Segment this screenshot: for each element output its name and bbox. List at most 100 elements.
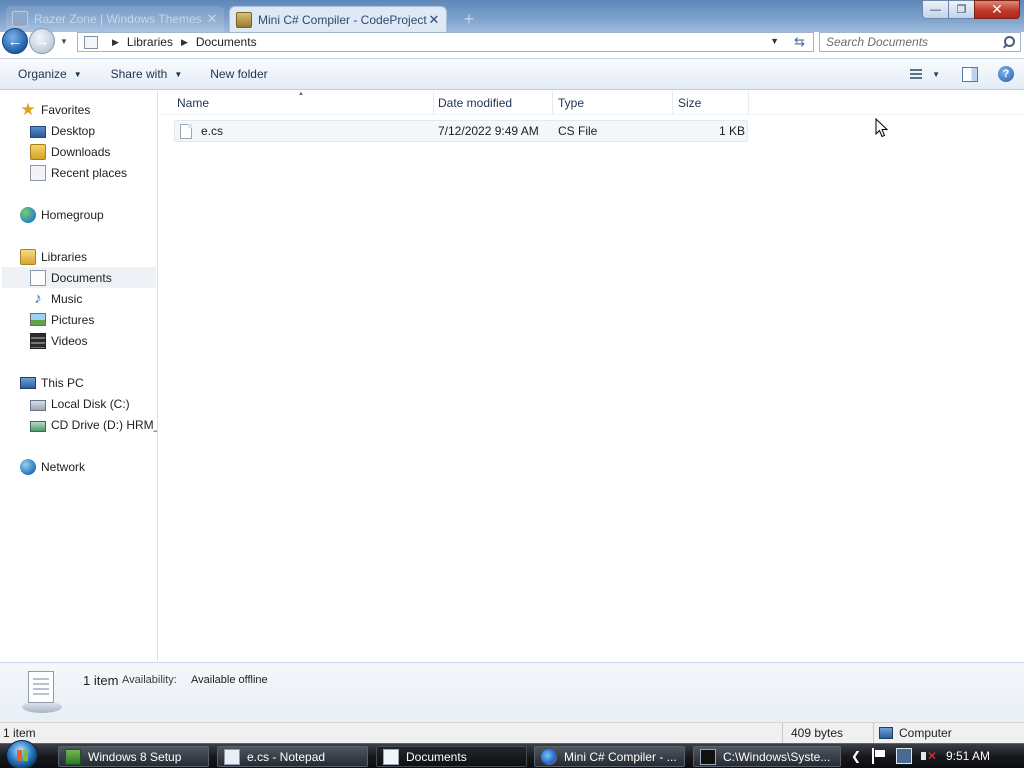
header-divider [159, 114, 1024, 115]
taskbar-button-windows-8-setup[interactable]: Windows 8 Setup [58, 746, 209, 767]
chevron-down-icon: ▼ [174, 69, 183, 79]
sidebar-item-homegroup[interactable]: Homegroup [20, 204, 104, 225]
address-bar[interactable]: ▶ Libraries ▶ Documents ▼ ⇆ [77, 32, 814, 52]
star-icon: ★ [20, 99, 36, 119]
sort-ascending-icon: ▲ [298, 91, 304, 97]
taskbar-button-documents[interactable]: Documents [376, 746, 527, 767]
view-options-chevron-icon[interactable]: ▼ [932, 70, 940, 79]
browser-icon [541, 748, 557, 765]
address-dropdown-icon[interactable]: ▼ [770, 36, 779, 46]
explorer-icon [383, 748, 399, 765]
availability-label: Availability: [122, 674, 177, 686]
action-center-flag-icon[interactable] [872, 748, 888, 764]
sidebar-item-desktop[interactable]: Desktop [30, 120, 95, 141]
tab-label: Razer Zone | Windows Themes [34, 12, 202, 26]
videos-icon [30, 332, 46, 349]
taskbar-button-label: e.cs - Notepad [247, 749, 326, 764]
table-row[interactable]: e.cs 7/12/2022 9:49 AM CS File 1 KB [174, 120, 748, 142]
file-icon [180, 123, 192, 139]
search-icon[interactable] [1000, 34, 1016, 50]
forward-button[interactable]: → [29, 28, 55, 54]
sidebar-item-cd-drive[interactable]: CD Drive (D:) HRM_C [30, 414, 157, 435]
status-bar: 1 item 409 bytes Computer [0, 722, 1024, 743]
sidebar-item-libraries[interactable]: Libraries [20, 246, 87, 267]
sidebar-item-videos[interactable]: Videos [30, 330, 87, 351]
site-favicon-icon [12, 11, 28, 27]
documents-icon [30, 269, 46, 286]
breadcrumb-separator-icon[interactable]: ▶ [112, 37, 119, 48]
sidebar-item-recent-places[interactable]: Recent places [30, 162, 127, 183]
minimize-button[interactable]: — [922, 0, 948, 19]
sidebar-item-this-pc[interactable]: This PC [20, 372, 84, 393]
close-button[interactable]: ✕ [974, 0, 1020, 19]
sidebar-item-label: Local Disk (C:) [51, 396, 130, 411]
recent-places-icon [30, 164, 46, 181]
taskbar-button-notepad[interactable]: e.cs - Notepad [217, 746, 368, 767]
start-button[interactable] [0, 740, 46, 768]
taskbar-button-mini-csharp-compiler[interactable]: Mini C# Compiler - ... [534, 746, 685, 767]
search-box[interactable] [819, 32, 1021, 52]
sidebar-item-pictures[interactable]: Pictures [30, 309, 94, 330]
navigation-pane[interactable]: ★ Favorites Desktop Downloads Recent pla… [0, 91, 158, 661]
tab-close-icon[interactable]: ✕ [428, 12, 440, 28]
column-header-date-modified[interactable]: Date modified [420, 91, 553, 115]
breadcrumb-libraries[interactable]: Libraries [127, 35, 173, 49]
tab-label: Mini C# Compiler - CodeProject [258, 12, 427, 27]
details-item-count: 1 item [83, 673, 119, 688]
preview-pane-icon[interactable] [962, 66, 978, 82]
breadcrumb-separator-icon[interactable]: ▶ [181, 37, 188, 48]
network-status-icon[interactable] [896, 748, 912, 764]
file-type-cell: CS File [558, 124, 598, 138]
music-icon: ♪ [34, 289, 42, 307]
sidebar-item-downloads[interactable]: Downloads [30, 141, 110, 162]
column-header-type[interactable]: Type [540, 91, 673, 115]
refresh-icon[interactable]: ⇆ [794, 34, 805, 50]
sidebar-item-label: Downloads [51, 144, 111, 159]
new-tab-button[interactable]: + [460, 10, 478, 29]
search-input[interactable] [820, 33, 1000, 51]
share-with-button[interactable]: Share with ▼ [111, 67, 183, 81]
file-name: e.cs [201, 124, 224, 138]
show-hidden-icons-chevron-icon[interactable]: ❮ [848, 749, 864, 763]
clock[interactable]: 9:51 AM [946, 749, 990, 763]
navigation-bar: ← → ▼ ▶ Libraries ▶ Documents ▼ ⇆ [0, 28, 1024, 54]
tab-close-icon[interactable]: ✕ [206, 11, 218, 27]
sidebar-item-label: Favorites [41, 102, 91, 117]
status-location: Computer [899, 726, 952, 740]
volume-muted-icon[interactable] [920, 748, 937, 764]
window-controls: — ❐ ✕ [922, 0, 1020, 19]
maximize-button[interactable]: ❐ [948, 0, 974, 19]
sidebar-item-local-disk[interactable]: Local Disk (C:) [30, 393, 130, 414]
sidebar-item-music[interactable]: ♪ Music [30, 288, 82, 309]
availability-value: Available offline [191, 674, 268, 686]
windows-logo-icon [6, 740, 38, 768]
taskbar-button-label: C:\Windows\Syste... [723, 749, 831, 764]
status-zone: Computer [873, 723, 1024, 743]
command-bar: Organize ▼ Share with ▼ New folder ▼ ? [0, 58, 1024, 90]
back-button[interactable]: ← [2, 28, 28, 54]
file-size-cell: 1 KB [718, 124, 745, 138]
sidebar-item-favorites[interactable]: ★ Favorites [20, 99, 90, 120]
sidebar-item-label: Recent places [51, 165, 128, 180]
change-view-icon[interactable] [908, 67, 924, 81]
sidebar-item-network[interactable]: Network [20, 456, 85, 477]
recent-pages-dropdown-icon[interactable]: ▼ [58, 37, 70, 47]
breadcrumb-documents[interactable]: Documents [196, 35, 257, 49]
taskbar-button-command-prompt[interactable]: C:\Windows\Syste... [693, 746, 841, 767]
cmd-icon [700, 748, 716, 765]
file-list[interactable]: Name ▲ Date modified Type Size e.cs 7/12… [159, 91, 1024, 661]
new-folder-button[interactable]: New folder [210, 67, 267, 81]
column-header-size[interactable]: Size [660, 91, 749, 115]
large-file-icon [22, 671, 62, 717]
downloads-folder-icon [30, 143, 46, 160]
sidebar-item-label: This PC [41, 375, 84, 390]
new-folder-label: New folder [210, 67, 268, 81]
column-header-name[interactable]: Name [159, 91, 434, 115]
help-icon[interactable]: ? [998, 66, 1014, 82]
sidebar-item-documents[interactable]: Documents [2, 267, 156, 288]
libraries-icon [20, 248, 36, 265]
network-icon [20, 458, 36, 475]
organize-button[interactable]: Organize ▼ [18, 67, 82, 81]
sidebar-item-label: Documents [51, 270, 112, 285]
sidebar-item-label: Music [51, 291, 83, 306]
